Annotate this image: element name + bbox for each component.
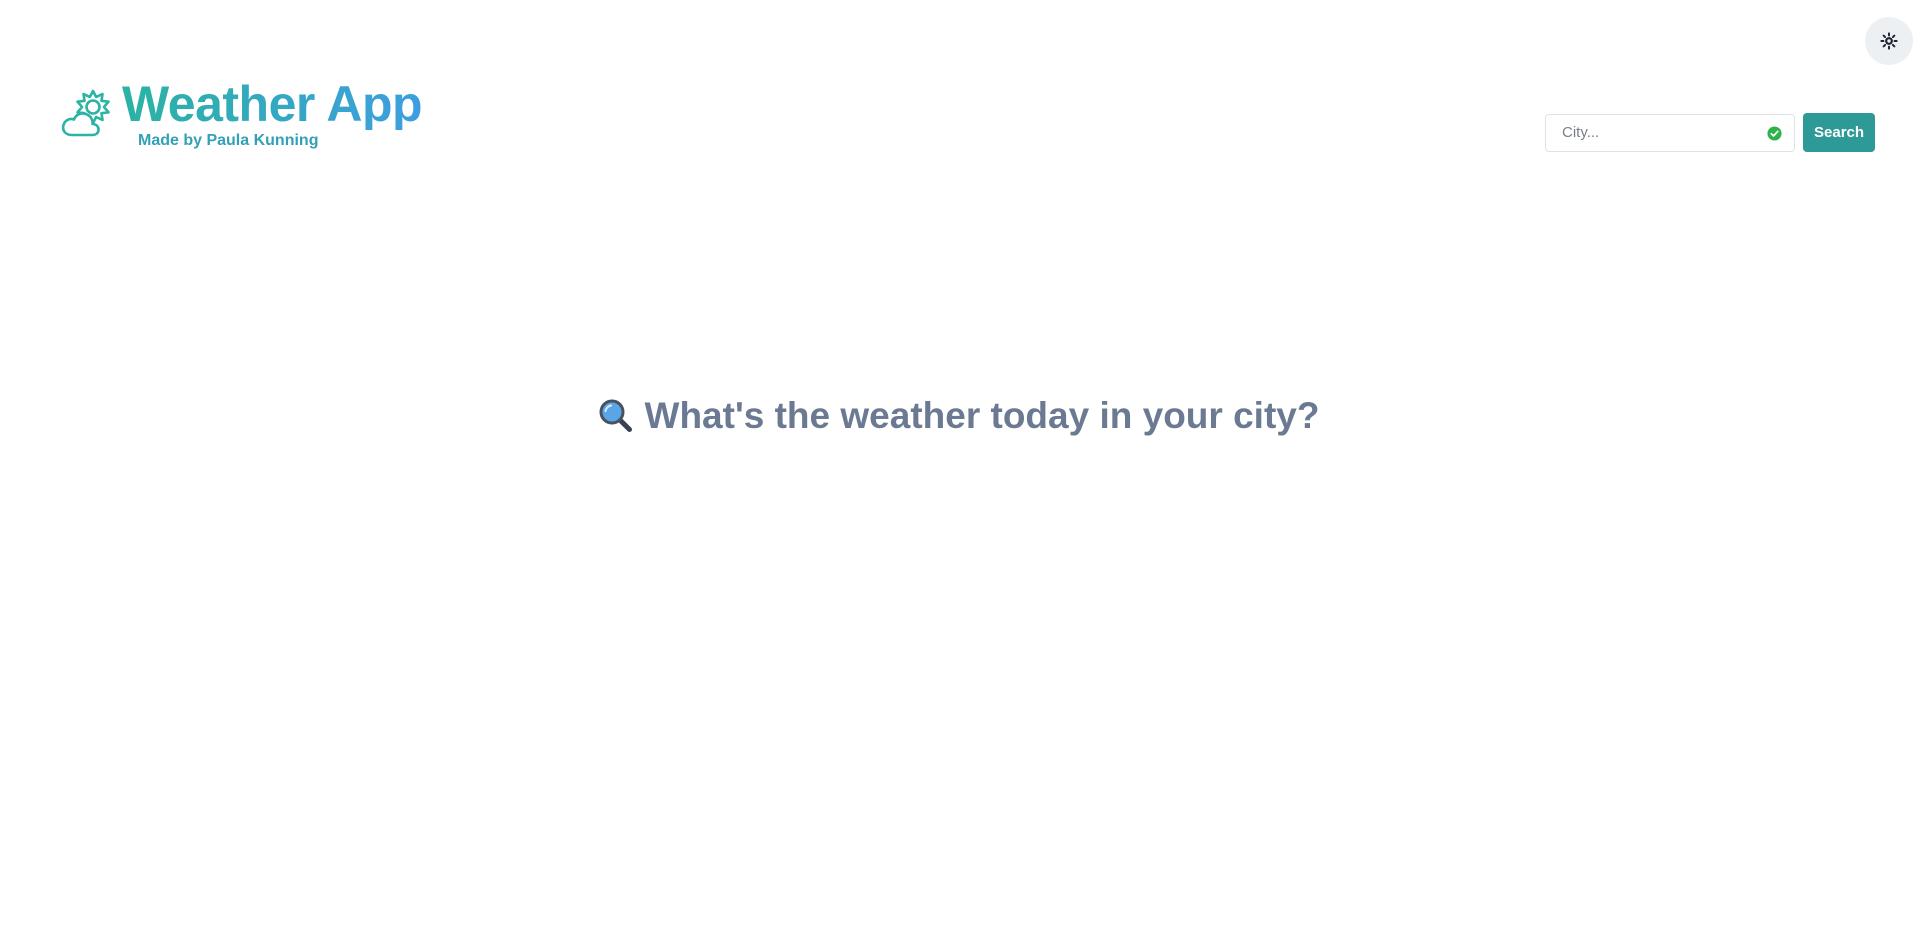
- prompt-text: What's the weather today in your city?: [644, 395, 1320, 436]
- search-form: Search: [1545, 113, 1876, 152]
- magnifying-glass-icon: [599, 399, 632, 432]
- theme-toggle-button[interactable]: [1865, 17, 1913, 65]
- weather-app-page: Weather App Made by Paula Kunning Search…: [0, 0, 1918, 939]
- city-search-input[interactable]: [1546, 114, 1794, 151]
- sun-icon: [1880, 32, 1898, 50]
- app-title: Weather App: [122, 76, 423, 132]
- empty-state-prompt: What's the weather today in your city?: [0, 394, 1918, 438]
- app-subtitle: Made by Paula Kunning: [138, 132, 319, 149]
- check-circle-icon: [1767, 125, 1782, 141]
- brand: Weather App Made by Paula Kunning: [60, 76, 423, 150]
- cloud-sun-icon: [61, 89, 110, 137]
- search-button[interactable]: Search: [1803, 113, 1876, 152]
- city-input-wrapper: [1545, 113, 1795, 152]
- brand-text: Weather App Made by Paula Kunning: [122, 76, 423, 150]
